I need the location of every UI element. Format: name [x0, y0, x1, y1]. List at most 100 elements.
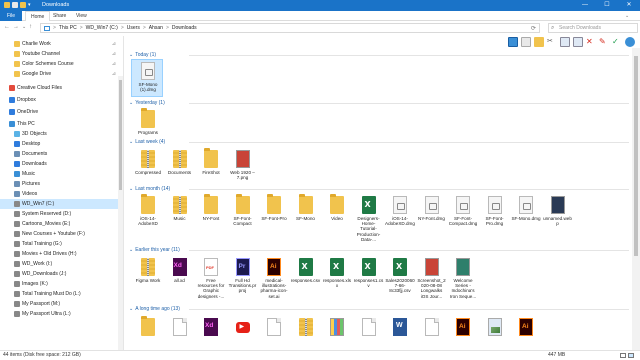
file-item[interactable]: Designers-Home-Tutorial-Production-Data-… — [354, 196, 384, 242]
chevron-down-icon[interactable]: ⌄ — [129, 139, 133, 145]
chevron-down-icon[interactable]: ⌄ — [129, 306, 133, 312]
group-header[interactable]: ⌄ Earlier this year (11) — [129, 247, 629, 253]
file-item[interactable]: FireShot — [196, 148, 226, 175]
file-item[interactable]: Welcome Series - Indochina's Iron Seque.… — [448, 258, 478, 299]
file-item[interactable]: responses.xlsx — [322, 258, 352, 288]
forward-arrow-icon[interactable]: → — [13, 24, 19, 30]
recent-locations-icon[interactable]: ⌄ — [22, 24, 26, 30]
tab-share[interactable]: Share — [48, 11, 71, 21]
tab-file[interactable]: File — [0, 11, 22, 21]
sidebar-item[interactable]: WD_Win7 (C:) — [0, 199, 122, 209]
file-item[interactable]: responses1.csv — [354, 258, 384, 288]
file-item[interactable]: all.xd — [165, 258, 195, 283]
file-item[interactable]: Free resources for Graphic designers -..… — [196, 258, 226, 299]
ribbon-expand-icon[interactable]: ⌄ — [620, 11, 634, 21]
file-item[interactable]: responses.csv — [291, 258, 321, 283]
details-pane-icon[interactable] — [521, 37, 531, 47]
sidebar-item[interactable]: Color Schemes Course ⊿ — [0, 59, 122, 69]
file-item[interactable] — [228, 318, 258, 335]
rename-icon[interactable]: ✎ — [599, 37, 609, 47]
file-item[interactable] — [322, 318, 352, 338]
file-item[interactable]: SF-Font-Compact — [228, 194, 258, 226]
file-item[interactable]: Video — [322, 194, 352, 221]
sidebar-item[interactable]: WD_Work (I:) — [0, 259, 122, 269]
tab-view[interactable]: View — [71, 11, 92, 21]
sidebar-item[interactable]: Downloads — [0, 159, 122, 169]
copy-icon[interactable] — [560, 37, 570, 47]
group-header[interactable]: ⌄ Today (1) — [129, 52, 629, 58]
pin-icon[interactable]: ⊿ — [112, 49, 116, 59]
sidebar-item[interactable]: This PC — [0, 119, 122, 129]
scrollbar-thumb[interactable] — [634, 56, 638, 256]
globe-icon[interactable] — [625, 37, 635, 47]
details-view-icon[interactable] — [620, 353, 626, 358]
sidebar-item[interactable]: Videos — [0, 189, 122, 199]
file-item[interactable] — [165, 318, 195, 338]
up-arrow-icon[interactable]: ↑ — [29, 24, 32, 30]
sidebar-item[interactable]: New Courses + Youtube (F:) — [0, 229, 122, 239]
chevron-down-icon[interactable]: ▾ — [28, 2, 34, 8]
sidebar-item[interactable]: Desktop — [0, 139, 122, 149]
file-item[interactable] — [196, 318, 226, 338]
file-item[interactable] — [259, 318, 289, 338]
sidebar-item[interactable]: Images (K:) — [0, 279, 122, 289]
chevron-down-icon[interactable]: ⌄ — [129, 247, 133, 253]
file-item[interactable]: NY-Font.dmg — [417, 196, 447, 221]
file-item[interactable] — [511, 318, 541, 338]
sidebar-item[interactable]: WD_Downloads (J:) — [0, 269, 122, 279]
sidebar-item[interactable]: 3D Objects — [0, 129, 122, 139]
file-item[interactable]: Figma Work — [133, 258, 163, 283]
chevron-down-icon[interactable]: ⌄ — [129, 100, 133, 106]
sidebar-item[interactable]: Charlie Work ⊿ — [0, 39, 122, 49]
maximize-button[interactable]: ☐ — [596, 0, 618, 11]
file-item[interactable] — [133, 316, 163, 338]
group-header[interactable]: ⌄ A long time ago (13) — [129, 306, 629, 312]
file-item[interactable]: SF-Mono (1).dmg — [131, 59, 163, 97]
close-button[interactable]: ✕ — [618, 0, 640, 11]
pin-icon[interactable]: ⊿ — [112, 69, 116, 79]
file-item[interactable]: SF-Mono — [291, 194, 321, 221]
file-item[interactable]: SF-Font-Compact.dmg — [448, 196, 478, 226]
file-item[interactable]: Documents — [165, 150, 195, 175]
breadcrumb-downloads[interactable]: Downloads — [172, 25, 197, 31]
breadcrumb-drive[interactable]: WD_Win7 (C:) — [86, 25, 118, 31]
sidebar-item[interactable]: System Reserved (D:) — [0, 209, 122, 219]
properties-icon[interactable] — [12, 2, 18, 8]
minimize-button[interactable]: — — [574, 0, 596, 11]
sidebar-item[interactable]: Music — [0, 169, 122, 179]
file-item[interactable]: SF-Font-Pro.dmg — [480, 196, 510, 226]
file-item[interactable]: SF-Font-Pro — [259, 194, 289, 221]
file-item[interactable]: Compressed — [133, 150, 163, 175]
file-item[interactable] — [448, 318, 478, 338]
breadcrumb-this-pc[interactable]: This PC — [59, 25, 77, 31]
file-item[interactable]: iOS-14-AdobeXD.dmg — [385, 196, 415, 226]
address-bar[interactable]: > This PC > WD_Win7 (C:) > Users > Ahsan… — [40, 23, 540, 33]
file-item[interactable]: Music — [165, 196, 195, 221]
search-input[interactable]: ⌕ Search Downloads — [548, 23, 638, 33]
sidebar-item[interactable]: Dropbox — [0, 95, 122, 105]
sidebar-item[interactable]: Creative Cloud Files — [0, 83, 122, 93]
group-header[interactable]: ⌄ Yesterday (1) — [129, 100, 629, 106]
sidebar-scrollbar[interactable] — [118, 76, 123, 350]
sidebar-item[interactable]: Total Training (G:) — [0, 239, 122, 249]
chevron-down-icon[interactable]: ⌄ — [129, 52, 133, 58]
properties-check-icon[interactable]: ✓ — [612, 37, 622, 47]
scrollbar-thumb[interactable] — [119, 80, 122, 190]
file-item[interactable]: medical-illustrations-pharma-icon-set.ai — [259, 258, 289, 299]
delete-icon[interactable]: ✕ — [586, 37, 596, 47]
pin-icon[interactable]: ⊿ — [112, 59, 116, 69]
file-item[interactable]: Web 1920 – 7.png — [228, 150, 258, 180]
file-item[interactable] — [385, 318, 415, 338]
breadcrumb-ahsan[interactable]: Ahsan — [149, 25, 163, 31]
sidebar-item[interactable]: My Passport (M:) — [0, 299, 122, 309]
refresh-icon[interactable]: ⟳ — [531, 25, 536, 32]
tab-home[interactable]: Home — [25, 11, 51, 21]
folder-options-icon[interactable] — [534, 37, 544, 47]
sidebar-item[interactable]: Youtube Channel ⊿ — [0, 49, 122, 59]
breadcrumb-users[interactable]: Users — [127, 25, 140, 31]
content-scrollbar[interactable] — [632, 48, 640, 350]
sidebar-item[interactable]: Movies + Old Drives (H:) — [0, 249, 122, 259]
large-icons-view-icon[interactable] — [628, 353, 634, 358]
paste-icon[interactable] — [573, 37, 583, 47]
file-item[interactable] — [417, 318, 447, 338]
